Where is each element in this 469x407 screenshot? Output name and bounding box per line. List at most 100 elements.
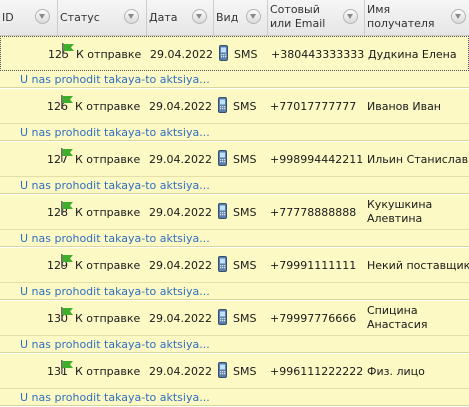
contact-value: +77017777777 (270, 100, 357, 113)
date-value: 29.04.2022 (149, 312, 212, 325)
table-row[interactable]: 129 К отправке 29.04.2022 SMS +79991111111 Не… (0, 248, 469, 283)
message-preview-row[interactable]: U nas prohodit takaya-to aktsiya... (0, 336, 469, 353)
recipient-name: Дудкина Елена (368, 48, 457, 61)
column-header-type[interactable]: Вид (214, 0, 268, 35)
table-row[interactable]: 127 К отправке 29.04.2022 SMS +998994442211 И… (0, 142, 469, 177)
cell-contact[interactable]: +79997776666 (268, 301, 365, 336)
column-header-contact[interactable]: Сотовый или Email (268, 0, 365, 35)
recipient-name: Ильин Станислав (367, 153, 469, 166)
contact-value: +79997776666 (270, 312, 357, 325)
cell-type[interactable]: SMS (214, 248, 268, 283)
message-preview-row[interactable]: U nas prohodit takaya-to aktsiya... (0, 230, 469, 247)
flag-icon (61, 360, 73, 374)
cell-contact[interactable]: +77017777777 (268, 89, 365, 124)
message-preview-text: U nas prohodit takaya-to aktsiya... (20, 285, 210, 298)
filter-funnel-icon[interactable] (343, 9, 358, 24)
message-preview-text: U nas prohodit takaya-to aktsiya... (20, 126, 210, 139)
table-row[interactable]: 131 К отправке 29.04.2022 SMS +996111222222 Ф… (0, 354, 469, 389)
grid-header: ID Статус Дата Вид Сотовый или Email Имя… (0, 0, 469, 36)
table-row[interactable]: 125 К отправке 29.04.2022 SMS +380443333333 Д… (0, 36, 469, 71)
column-header-id[interactable]: ID (0, 0, 58, 35)
cell-status[interactable]: К отправке (58, 248, 147, 283)
cell-status[interactable]: К отправке (59, 37, 148, 72)
message-record[interactable]: 126 К отправке 29.04.2022 SMS +77017777777 Ив… (0, 89, 469, 141)
message-preview-text: U nas prohodit takaya-to aktsiya... (20, 232, 210, 245)
cell-status[interactable]: К отправке (58, 301, 147, 336)
message-record[interactable]: 125 К отправке 29.04.2022 SMS +380443333333 Д… (0, 36, 469, 88)
status-label: К отправке (75, 259, 141, 272)
cell-contact[interactable]: +380443333333 (269, 37, 366, 72)
message-record[interactable]: 130 К отправке 29.04.2022 SMS +79997776666 Сп… (0, 301, 469, 353)
type-value: SMS (234, 48, 258, 61)
filter-funnel-icon[interactable] (246, 9, 261, 24)
message-preview-row[interactable]: U nas prohodit takaya-to aktsiya... (0, 389, 469, 406)
message-record[interactable]: 129 К отправке 29.04.2022 SMS +79991111111 Не… (0, 248, 469, 300)
cell-recipient[interactable]: Кукушкина Алевтина (365, 195, 469, 230)
type-value: SMS (233, 100, 257, 113)
flag-icon (61, 95, 73, 109)
filter-funnel-icon[interactable] (451, 9, 466, 24)
cell-date[interactable]: 29.04.2022 (148, 37, 215, 72)
cell-type[interactable]: SMS (214, 195, 268, 230)
cell-status[interactable]: К отправке (58, 354, 147, 389)
message-preview-row[interactable]: U nas prohodit takaya-to aktsiya... (0, 124, 469, 141)
filter-funnel-icon[interactable] (192, 9, 207, 24)
status-label: К отправке (75, 206, 141, 219)
cell-status[interactable]: К отправке (58, 89, 147, 124)
cell-type[interactable]: SMS (214, 89, 268, 124)
cell-status[interactable]: К отправке (58, 142, 147, 177)
column-header-status[interactable]: Статус (58, 0, 147, 35)
message-preview-row[interactable]: U nas prohodit takaya-to aktsiya... (0, 71, 469, 88)
cell-contact[interactable]: +998994442211 (268, 142, 365, 177)
cell-recipient[interactable]: Ильин Станислав (365, 142, 469, 177)
message-preview-text: U nas prohodit takaya-to aktsiya... (20, 179, 210, 192)
cell-type[interactable]: SMS (215, 37, 269, 72)
flag-icon (61, 254, 73, 268)
cell-date[interactable]: 29.04.2022 (147, 195, 214, 230)
type-value: SMS (233, 365, 257, 378)
flag-icon (61, 148, 73, 162)
cell-date[interactable]: 29.04.2022 (147, 142, 214, 177)
cell-contact[interactable]: +996111222222 (268, 354, 365, 389)
message-record[interactable]: 131 К отправке 29.04.2022 SMS +996111222222 Ф… (0, 354, 469, 406)
cell-date[interactable]: 29.04.2022 (147, 301, 214, 336)
cell-recipient[interactable]: Дудкина Елена (366, 37, 469, 72)
date-value: 29.04.2022 (149, 100, 212, 113)
cell-recipient[interactable]: Спицина Анастасия (365, 301, 469, 336)
contact-value: +998994442211 (270, 153, 364, 166)
message-preview-row[interactable]: U nas prohodit takaya-to aktsiya... (0, 283, 469, 300)
type-value: SMS (233, 206, 257, 219)
cell-date[interactable]: 29.04.2022 (147, 89, 214, 124)
date-value: 29.04.2022 (149, 206, 212, 219)
column-header-type-label: Вид (216, 11, 239, 24)
message-record[interactable]: 128 К отправке 29.04.2022 SMS +77778888888 Ку… (0, 195, 469, 247)
column-header-date[interactable]: Дата (147, 0, 214, 35)
contact-value: +996111222222 (270, 365, 364, 378)
contact-value: +380443333333 (271, 48, 365, 61)
status-label: К отправке (75, 365, 141, 378)
cell-date[interactable]: 29.04.2022 (147, 248, 214, 283)
cell-recipient[interactable]: Физ. лицо (365, 354, 469, 389)
mobile-phone-icon (218, 309, 227, 325)
column-header-recipient[interactable]: Имя получателя (365, 0, 469, 35)
message-record[interactable]: 127 К отправке 29.04.2022 SMS +998994442211 И… (0, 142, 469, 194)
cell-contact[interactable]: +77778888888 (268, 195, 365, 230)
cell-type[interactable]: SMS (214, 301, 268, 336)
table-row[interactable]: 130 К отправке 29.04.2022 SMS +79997776666 Сп… (0, 301, 469, 336)
column-header-recipient-label: Имя получателя (367, 3, 435, 30)
cell-recipient[interactable]: Некий поставщик (365, 248, 469, 283)
mobile-phone-icon (218, 150, 227, 166)
message-preview-row[interactable]: U nas prohodit takaya-to aktsiya... (0, 177, 469, 194)
table-row[interactable]: 128 К отправке 29.04.2022 SMS +77778888888 Ку… (0, 195, 469, 230)
cell-type[interactable]: SMS (214, 354, 268, 389)
filter-funnel-icon[interactable] (124, 9, 139, 24)
cell-date[interactable]: 29.04.2022 (147, 354, 214, 389)
table-row[interactable]: 126 К отправке 29.04.2022 SMS +77017777777 Ив… (0, 89, 469, 124)
cell-contact[interactable]: +79991111111 (268, 248, 365, 283)
filter-funnel-icon[interactable] (35, 9, 50, 24)
cell-status[interactable]: К отправке (58, 195, 147, 230)
cell-type[interactable]: SMS (214, 142, 268, 177)
flag-icon (61, 201, 73, 215)
cell-recipient[interactable]: Иванов Иван (365, 89, 469, 124)
date-value: 29.04.2022 (149, 153, 212, 166)
